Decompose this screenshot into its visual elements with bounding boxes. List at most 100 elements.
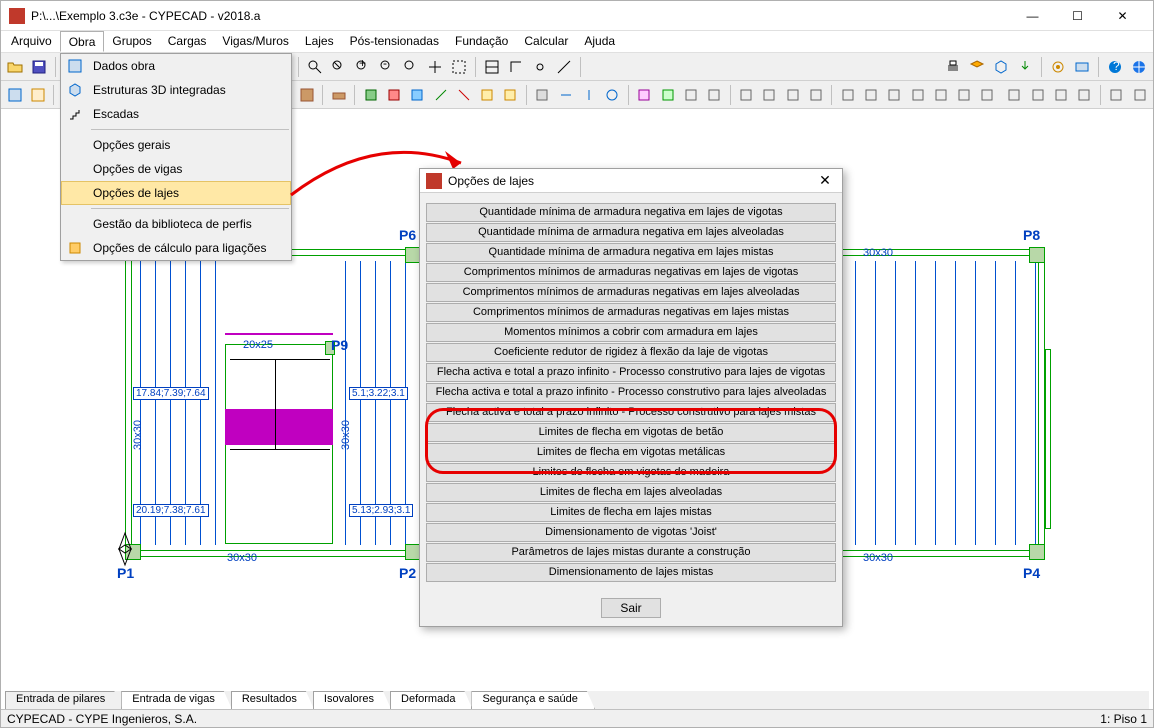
t26-icon[interactable] bbox=[978, 85, 997, 105]
t27-icon[interactable] bbox=[1005, 85, 1024, 105]
tab-resultados[interactable]: Resultados bbox=[231, 691, 314, 709]
dd-calculo-ligacoes[interactable]: Opções de cálculo para ligações bbox=[61, 236, 291, 260]
t24-icon[interactable] bbox=[931, 85, 950, 105]
t6-icon[interactable] bbox=[477, 85, 496, 105]
t16-icon[interactable] bbox=[737, 85, 756, 105]
t8-icon[interactable] bbox=[533, 85, 552, 105]
dd-dados-obra[interactable]: Dados obra bbox=[61, 54, 291, 78]
config-icon[interactable] bbox=[1048, 57, 1068, 77]
save-icon[interactable] bbox=[29, 57, 49, 77]
tab-isovalores[interactable]: Isovalores bbox=[313, 691, 391, 709]
t32-icon[interactable] bbox=[1130, 85, 1149, 105]
open-icon[interactable] bbox=[5, 57, 25, 77]
t20-icon[interactable] bbox=[838, 85, 857, 105]
zoom-extents-icon[interactable] bbox=[329, 57, 349, 77]
zoom-out-icon[interactable]: - bbox=[377, 57, 397, 77]
dlg-option-10[interactable]: Flecha activa e total a prazo infinito -… bbox=[426, 403, 836, 422]
dd-escadas[interactable]: Escadas bbox=[61, 102, 291, 126]
pan-icon[interactable] bbox=[425, 57, 445, 77]
t29-icon[interactable] bbox=[1051, 85, 1070, 105]
menu-fundacao[interactable]: Fundação bbox=[447, 31, 516, 52]
dlg-option-3[interactable]: Comprimentos mínimos de armaduras negati… bbox=[426, 263, 836, 282]
dlg-option-9[interactable]: Flecha activa e total a prazo infinito -… bbox=[426, 383, 836, 402]
dlg-option-12[interactable]: Limites de flecha em vigotas metálicas bbox=[426, 443, 836, 462]
close-button[interactable]: ✕ bbox=[1100, 1, 1145, 31]
3d-icon[interactable] bbox=[991, 57, 1011, 77]
menu-grupos[interactable]: Grupos bbox=[104, 31, 159, 52]
menu-ajuda[interactable]: Ajuda bbox=[576, 31, 623, 52]
menu-obra[interactable]: Obra bbox=[60, 31, 105, 52]
menu-pos-tensionadas[interactable]: Pós-tensionadas bbox=[342, 31, 447, 52]
t12-icon[interactable] bbox=[635, 85, 654, 105]
ortho-icon[interactable] bbox=[506, 57, 526, 77]
wall-icon[interactable] bbox=[329, 85, 348, 105]
redraw-icon[interactable] bbox=[449, 57, 469, 77]
snap-icon[interactable] bbox=[530, 57, 550, 77]
t14-icon[interactable] bbox=[681, 85, 700, 105]
dlg-option-1[interactable]: Quantidade mínima de armadura negativa e… bbox=[426, 223, 836, 242]
t5-icon[interactable] bbox=[454, 85, 473, 105]
dd-opcoes-vigas[interactable]: Opções de vigas bbox=[61, 157, 291, 181]
minimize-button[interactable]: — bbox=[1010, 1, 1055, 31]
tab-deformada[interactable]: Deformada bbox=[390, 691, 472, 709]
help-icon[interactable]: ? bbox=[1105, 57, 1125, 77]
maximize-button[interactable]: ☐ bbox=[1055, 1, 1100, 31]
t31-icon[interactable] bbox=[1107, 85, 1126, 105]
dlg-option-17[interactable]: Parâmetros de lajes mistas durante a con… bbox=[426, 543, 836, 562]
t2-icon[interactable] bbox=[385, 85, 404, 105]
export-icon[interactable] bbox=[1015, 57, 1035, 77]
dialog-close-button[interactable]: ✕ bbox=[814, 172, 836, 189]
t7-icon[interactable] bbox=[501, 85, 520, 105]
tab-seguranca[interactable]: Segurança e saúde bbox=[471, 691, 594, 709]
t23-icon[interactable] bbox=[908, 85, 927, 105]
t18-icon[interactable] bbox=[783, 85, 802, 105]
tool-a-icon[interactable] bbox=[5, 85, 24, 105]
grid-icon[interactable] bbox=[482, 57, 502, 77]
dlg-option-8[interactable]: Flecha activa e total a prazo infinito -… bbox=[426, 363, 836, 382]
dlg-option-14[interactable]: Limites de flecha em lajes alveoladas bbox=[426, 483, 836, 502]
zoom-in-icon[interactable]: + bbox=[353, 57, 373, 77]
menu-cargas[interactable]: Cargas bbox=[160, 31, 215, 52]
dlg-option-7[interactable]: Coeficiente redutor de rigidez à flexão … bbox=[426, 343, 836, 362]
dd-estruturas-3d[interactable]: Estruturas 3D integradas bbox=[61, 78, 291, 102]
tool-b-icon[interactable] bbox=[28, 85, 47, 105]
globe-icon[interactable] bbox=[1129, 57, 1149, 77]
dd-biblioteca-perfis[interactable]: Gestão da biblioteca de perfis bbox=[61, 212, 291, 236]
t11-icon[interactable] bbox=[603, 85, 622, 105]
menu-calcular[interactable]: Calcular bbox=[516, 31, 576, 52]
t4-icon[interactable] bbox=[431, 85, 450, 105]
dd-opcoes-gerais[interactable]: Opções gerais bbox=[61, 133, 291, 157]
t10-icon[interactable] bbox=[579, 85, 598, 105]
dlg-option-6[interactable]: Momentos mínimos a cobrir com armadura e… bbox=[426, 323, 836, 342]
t30-icon[interactable] bbox=[1075, 85, 1094, 105]
exit-button[interactable]: Sair bbox=[601, 598, 660, 618]
t1-icon[interactable] bbox=[361, 85, 380, 105]
t9-icon[interactable] bbox=[556, 85, 575, 105]
dlg-option-0[interactable]: Quantidade mínima de armadura negativa e… bbox=[426, 203, 836, 222]
menu-lajes[interactable]: Lajes bbox=[297, 31, 342, 52]
dlg-option-5[interactable]: Comprimentos mínimos de armaduras negati… bbox=[426, 303, 836, 322]
t19-icon[interactable] bbox=[806, 85, 825, 105]
t28-icon[interactable] bbox=[1028, 85, 1047, 105]
tool-d-icon[interactable] bbox=[297, 85, 316, 105]
tab-entrada-vigas[interactable]: Entrada de vigas bbox=[121, 691, 232, 709]
dlg-option-18[interactable]: Dimensionamento de lajes mistas bbox=[426, 563, 836, 582]
dlg-option-11[interactable]: Limites de flecha em vigotas de betão bbox=[426, 423, 836, 442]
dlg-option-4[interactable]: Comprimentos mínimos de armaduras negati… bbox=[426, 283, 836, 302]
settings-icon[interactable] bbox=[1072, 57, 1092, 77]
tab-entrada-pilares[interactable]: Entrada de pilares bbox=[5, 691, 122, 709]
t13-icon[interactable] bbox=[658, 85, 677, 105]
dlg-option-16[interactable]: Dimensionamento de vigotas 'Joist' bbox=[426, 523, 836, 542]
menu-arquivo[interactable]: Arquivo bbox=[3, 31, 60, 52]
t17-icon[interactable] bbox=[760, 85, 779, 105]
t25-icon[interactable] bbox=[954, 85, 973, 105]
menu-vigas-muros[interactable]: Vigas/Muros bbox=[214, 31, 296, 52]
t15-icon[interactable] bbox=[704, 85, 723, 105]
dlg-option-15[interactable]: Limites de flecha em lajes mistas bbox=[426, 503, 836, 522]
zoom-window-icon[interactable] bbox=[305, 57, 325, 77]
t3-icon[interactable] bbox=[408, 85, 427, 105]
measure-icon[interactable] bbox=[554, 57, 574, 77]
t21-icon[interactable] bbox=[862, 85, 881, 105]
dlg-option-2[interactable]: Quantidade mínima de armadura negativa e… bbox=[426, 243, 836, 262]
dd-opcoes-lajes[interactable]: Opções de lajes bbox=[61, 181, 291, 205]
